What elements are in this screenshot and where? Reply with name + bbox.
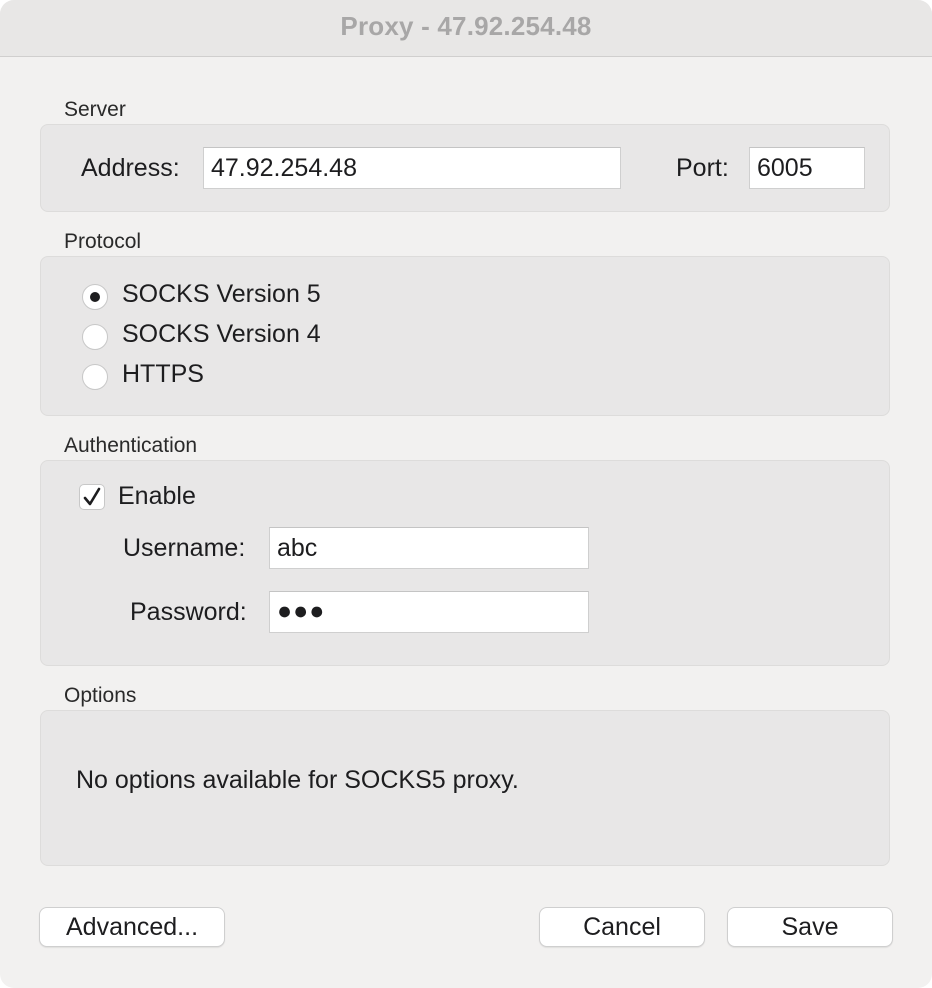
address-input[interactable]: [203, 147, 621, 189]
save-button[interactable]: Save: [727, 907, 893, 947]
cancel-button[interactable]: Cancel: [539, 907, 705, 947]
radio-label-socks5[interactable]: SOCKS Version 5: [122, 280, 321, 309]
radio-button-selected[interactable]: [82, 284, 108, 310]
password-input[interactable]: ●●●: [269, 591, 589, 633]
radio-dot: [90, 292, 100, 302]
username-label: Username:: [123, 534, 246, 562]
enable-checkbox[interactable]: [79, 484, 105, 510]
radio-button[interactable]: [82, 364, 108, 390]
protocol-section-label: Protocol: [64, 230, 142, 253]
server-section-label: Server: [64, 98, 126, 121]
radio-label-https[interactable]: HTTPS: [122, 360, 204, 389]
address-label: Address:: [81, 154, 180, 182]
enable-label[interactable]: Enable: [118, 482, 196, 511]
username-input[interactable]: [269, 527, 589, 569]
radio-label-socks4[interactable]: SOCKS Version 4: [122, 320, 321, 349]
radio-button[interactable]: [82, 324, 108, 350]
proxy-dialog: Proxy - 47.92.254.48 Server Address: Por…: [0, 0, 932, 988]
authentication-section-label: Authentication: [64, 434, 198, 457]
password-label: Password:: [130, 598, 247, 626]
checkmark-icon: [83, 487, 101, 506]
port-input[interactable]: [749, 147, 865, 189]
window-title: Proxy - 47.92.254.48: [340, 11, 592, 41]
title-bar: Proxy - 47.92.254.48: [0, 0, 932, 57]
options-message: No options available for SOCKS5 proxy.: [76, 766, 519, 794]
options-section-label: Options: [64, 684, 137, 707]
port-label: Port:: [676, 154, 729, 182]
advanced-button[interactable]: Advanced...: [39, 907, 225, 947]
